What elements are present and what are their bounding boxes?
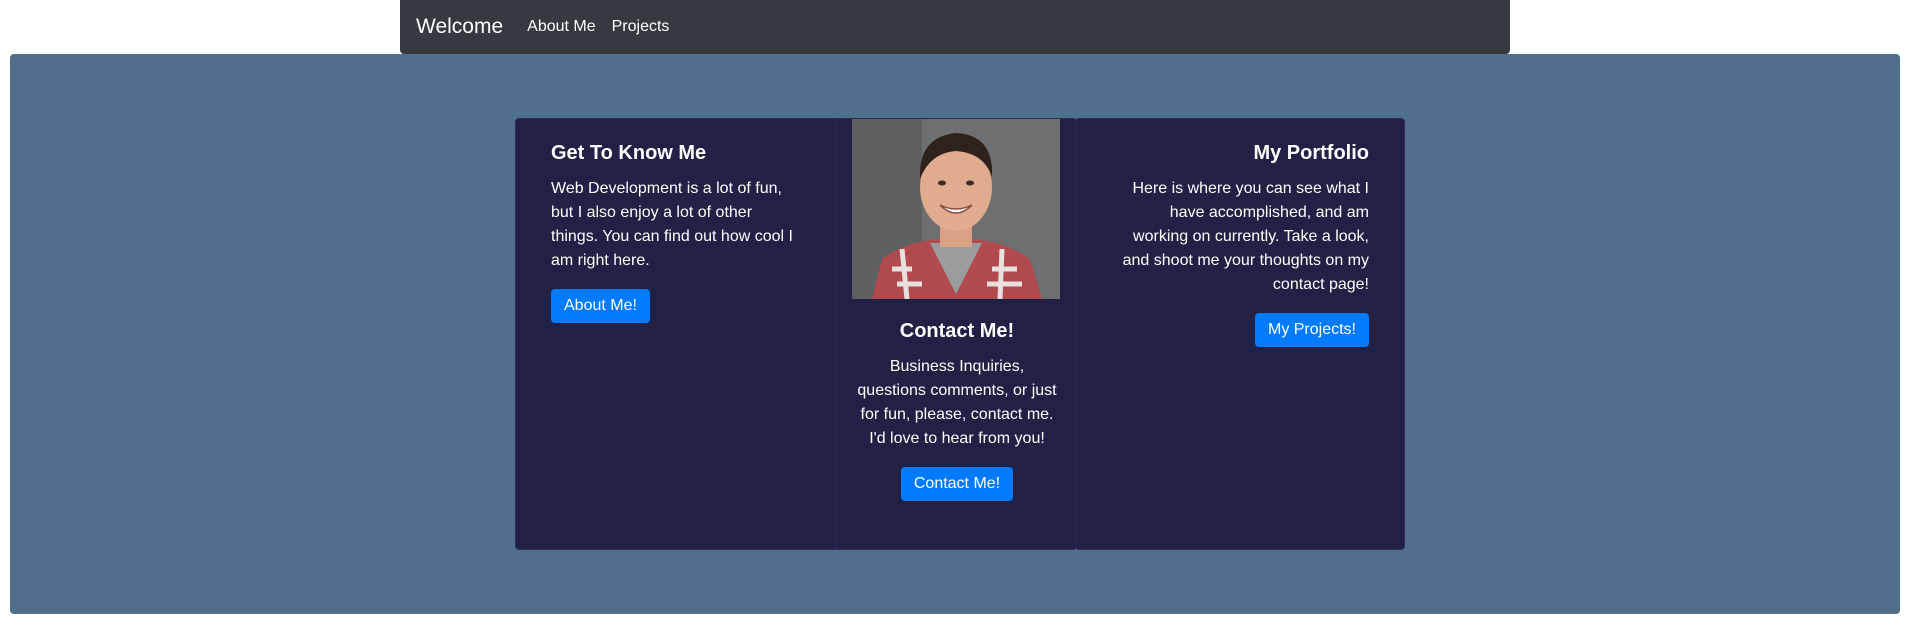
- profile-photo-illustration: [852, 119, 1060, 299]
- about-card: Get To Know Me Web Development is a lot …: [515, 118, 845, 550]
- portfolio-card: My Portfolio Here is where you can see w…: [1075, 118, 1405, 550]
- about-card-body: Get To Know Me Web Development is a lot …: [551, 141, 801, 323]
- contact-card: Contact Me! Business Inquiries, question…: [835, 118, 1077, 550]
- portfolio-card-title: My Portfolio: [1253, 142, 1369, 164]
- nav-link-projects[interactable]: Projects: [612, 18, 670, 36]
- portfolio-card-body: My Portfolio Here is where you can see w…: [1119, 141, 1369, 347]
- jumbotron: Get To Know Me Web Development is a lot …: [10, 54, 1900, 614]
- contact-card-body: Contact Me! Business Inquiries, question…: [856, 319, 1058, 501]
- navbar-brand[interactable]: Welcome: [416, 15, 503, 39]
- contact-card-title: Contact Me!: [899, 320, 1015, 342]
- navbar: Welcome About Me Projects: [400, 0, 1510, 54]
- portfolio-card-text: Here is where you can see what I have ac…: [1122, 180, 1369, 293]
- contact-me-button[interactable]: Contact Me!: [900, 467, 1014, 501]
- my-projects-button[interactable]: My Projects!: [1254, 313, 1369, 347]
- nav-link-about-me[interactable]: About Me: [527, 18, 595, 36]
- contact-card-text: Business Inquiries, questions comments, …: [857, 358, 1057, 447]
- about-card-text: Web Development is a lot of fun, but I a…: [551, 180, 793, 269]
- profile-photo: [852, 119, 1060, 299]
- about-card-title: Get To Know Me: [551, 142, 707, 164]
- about-me-button[interactable]: About Me!: [551, 289, 650, 323]
